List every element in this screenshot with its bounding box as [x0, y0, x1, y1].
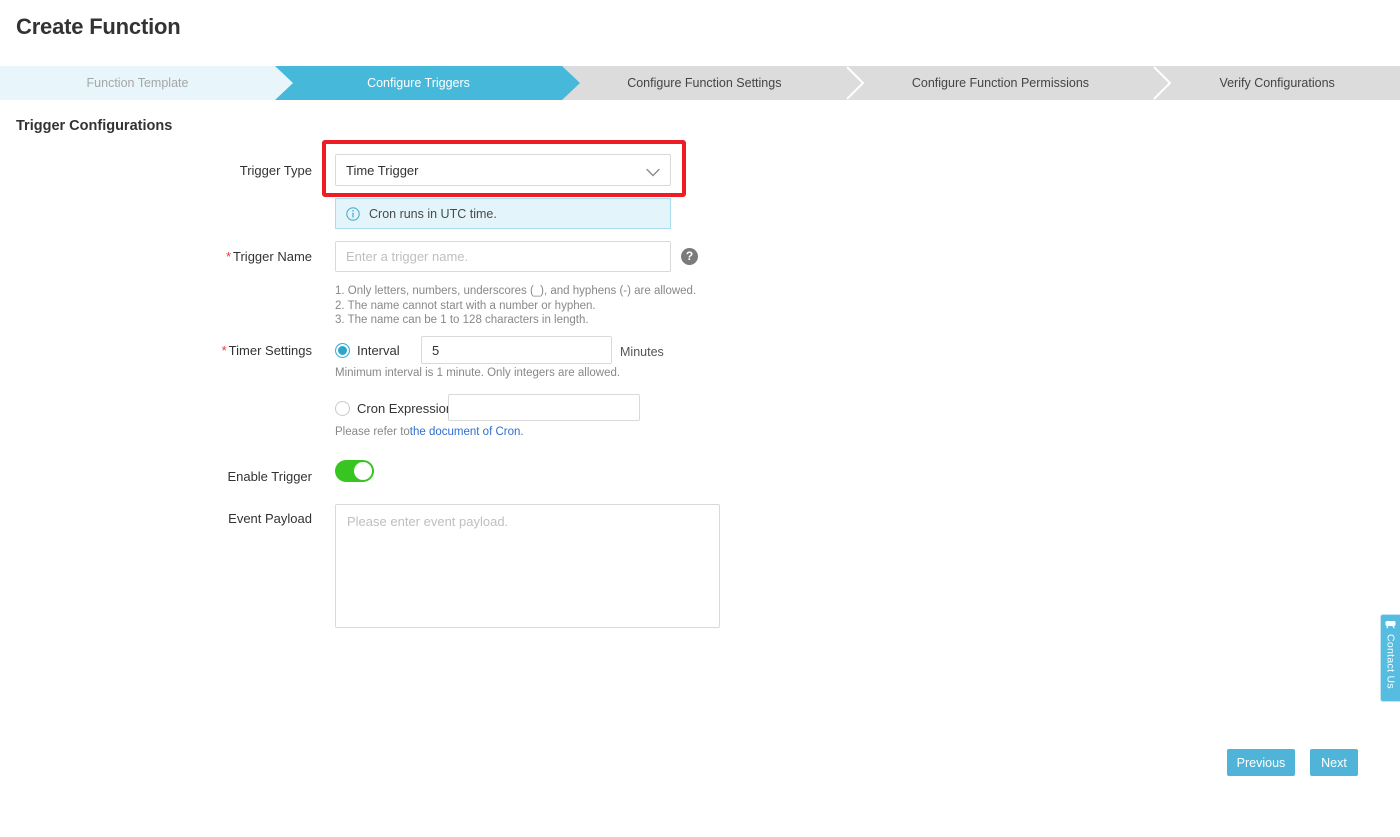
cron-note: Please refer tothe document of Cron.	[335, 426, 524, 438]
chevron-down-icon	[646, 166, 660, 177]
step-label: Configure Function Settings	[627, 76, 782, 90]
trigger-type-value: Time Trigger	[346, 162, 419, 178]
trigger-type-label: Trigger Type	[239, 163, 312, 178]
step-configure-triggers[interactable]: Configure Triggers	[275, 66, 580, 100]
section-title: Trigger Configurations	[16, 118, 173, 134]
event-payload-textarea[interactable]	[335, 504, 720, 628]
step-label: Verify Configurations	[1219, 76, 1335, 90]
contact-us-tab[interactable]: Contact Us	[1380, 614, 1400, 702]
cron-note-prefix: Please refer to	[335, 426, 410, 438]
step-label: Configure Triggers	[367, 76, 470, 90]
utc-notice-text: Cron runs in UTC time.	[369, 206, 497, 221]
interval-note: Minimum interval is 1 minute. Only integ…	[335, 367, 621, 379]
interval-unit-label: Minutes	[620, 345, 664, 359]
headset-icon	[1384, 619, 1397, 631]
step-label: Function Template	[86, 76, 189, 90]
trigger-name-label: * Trigger Name	[62, 249, 312, 264]
event-payload-label: Event Payload	[228, 511, 312, 526]
utc-notice: Cron runs in UTC time.	[335, 198, 671, 229]
trigger-name-label-text: Trigger Name	[233, 249, 312, 264]
radio-cron-expression-label[interactable]: Cron Expression	[357, 401, 453, 416]
step-arrow-cap-icon	[562, 66, 580, 100]
info-circle-icon	[346, 206, 360, 221]
trigger-type-select[interactable]: Time Trigger	[335, 154, 671, 186]
toggle-knob	[354, 462, 372, 480]
step-arrow-cap-icon	[275, 66, 293, 100]
trigger-name-input[interactable]	[335, 241, 671, 272]
radio-interval[interactable]	[335, 343, 350, 358]
cron-doc-link[interactable]: the document of Cron.	[410, 426, 524, 438]
hint-line: 3. The name can be 1 to 128 characters i…	[335, 314, 589, 326]
hint-line: 2. The name cannot start with a number o…	[335, 299, 596, 312]
radio-cron-expression[interactable]	[335, 401, 350, 416]
required-marker: *	[225, 249, 232, 264]
page-title: Create Function	[16, 14, 181, 39]
interval-value-input[interactable]	[421, 336, 612, 364]
wizard-step-bar: Function Template Configure Triggers Con…	[0, 66, 1400, 100]
hint-line: 1. Only letters, numbers, underscores (_…	[335, 285, 697, 297]
timer-settings-label-text: Timer Settings	[228, 343, 312, 358]
required-marker: *	[221, 343, 227, 358]
radio-interval-label[interactable]: Interval	[357, 343, 400, 358]
timer-settings-label: * Timer Settings	[62, 343, 312, 358]
create-function-page: Create Function Function Template Config…	[0, 0, 1400, 837]
step-configure-function-settings[interactable]: Configure Function Settings	[562, 66, 865, 100]
question-mark-icon[interactable]: ?	[681, 248, 698, 265]
enable-trigger-label: Enable Trigger	[227, 469, 312, 484]
step-verify-configurations[interactable]: Verify Configurations	[1154, 66, 1400, 100]
next-button[interactable]: Next	[1310, 749, 1358, 776]
step-chevron-separator-icon	[845, 66, 866, 100]
previous-button[interactable]: Previous	[1227, 749, 1295, 776]
step-chevron-separator-icon	[1153, 66, 1173, 100]
contact-us-label: Contact Us	[1384, 634, 1397, 689]
step-configure-function-permissions[interactable]: Configure Function Permissions	[846, 66, 1172, 100]
step-function-template[interactable]: Function Template	[0, 66, 293, 100]
step-label: Configure Function Permissions	[911, 76, 1090, 90]
cron-expression-input[interactable]	[448, 394, 640, 421]
enable-trigger-toggle[interactable]	[335, 460, 374, 482]
trigger-name-hints: 1. Only letters, numbers, underscores (_…	[335, 284, 696, 328]
